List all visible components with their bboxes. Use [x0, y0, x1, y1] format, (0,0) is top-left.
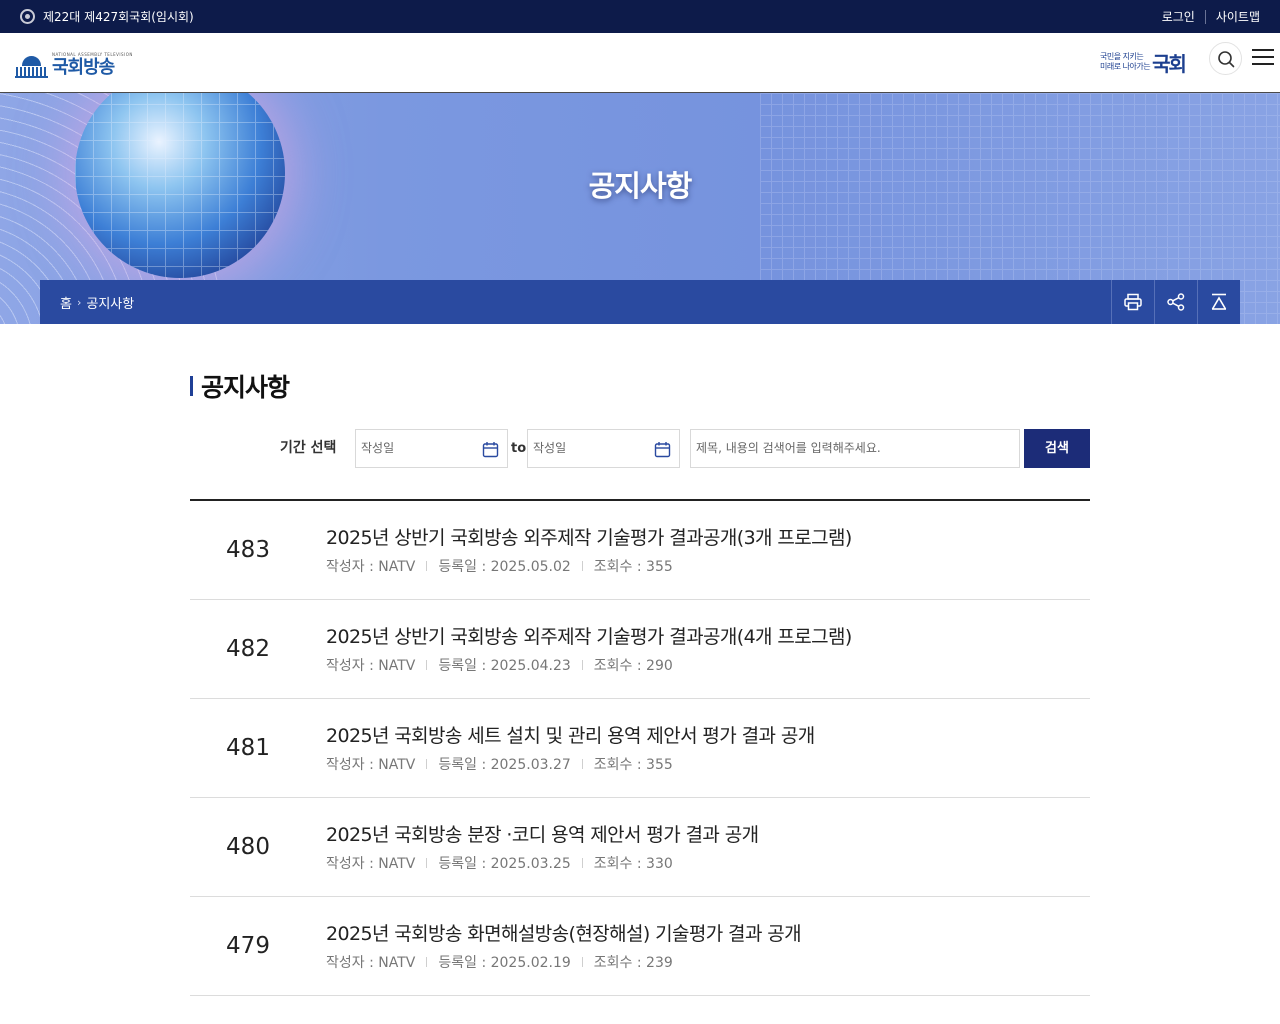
calendar-icon[interactable] — [482, 441, 499, 458]
post-title-link[interactable]: 2025년 국회방송 분장 ·코디 용역 제안서 평가 결과 공개 — [326, 820, 759, 847]
page-banner: 공지사항 홈 › 공지사항 — [0, 93, 1280, 324]
post-number: 483 — [226, 537, 270, 563]
assembly-slogan-banner[interactable]: 국민을 지키는 미래로 나아가는 국회 — [1100, 49, 1192, 76]
keyword-search-input[interactable]: 제목, 내용의 검색어를 입력해주세요. — [690, 429, 1020, 468]
heading-accent-bar — [190, 376, 193, 396]
assembly-session: 제22대 제427회국회(임시회) — [20, 0, 194, 33]
slogan-line-1: 국민을 지키는 — [1100, 52, 1144, 61]
post-views: 조회수 : 239 — [593, 955, 673, 971]
post-title-link[interactable]: 2025년 상반기 국회방송 외주제작 기술평가 결과공개(4개 프로그램) — [326, 622, 852, 649]
post-date: 등록일 : 2025.04.23 — [438, 658, 571, 674]
top-utility-bar: 제22대 제427회국회(임시회) 로그인 사이트맵 — [0, 0, 1280, 33]
slogan-line-2: 미래로 나아가는 — [1100, 62, 1151, 71]
site-logo[interactable]: NATIONAL ASSEMBLY TELEVISION 국회방송 — [15, 48, 133, 78]
post-number: 482 — [226, 636, 270, 662]
start-date-placeholder: 작성일 — [361, 441, 395, 455]
list-item[interactable]: 481 2025년 국회방송 세트 설치 및 관리 용역 제안서 평가 결과 공… — [190, 699, 1090, 798]
list-item[interactable]: 483 2025년 상반기 국회방송 외주제작 기술평가 결과공개(3개 프로그… — [190, 501, 1090, 600]
post-views: 조회수 : 355 — [593, 757, 673, 773]
post-views: 조회수 : 355 — [593, 559, 673, 575]
scroll-top-button[interactable] — [1197, 280, 1240, 324]
post-views: 조회수 : 290 — [593, 658, 673, 674]
post-number: 480 — [226, 834, 270, 860]
national-assembly-seal-icon — [20, 9, 35, 24]
list-item[interactable]: 480 2025년 국회방송 분장 ·코디 용역 제안서 평가 결과 공개 작성… — [190, 798, 1090, 897]
search-submit-button[interactable]: 검색 — [1024, 429, 1090, 468]
period-label: 기간 선택 — [280, 440, 337, 456]
share-icon — [1167, 293, 1185, 311]
calendar-icon[interactable] — [654, 441, 671, 458]
banner-title: 공지사항 — [588, 169, 693, 203]
chevron-right-icon: › — [76, 295, 82, 309]
print-button[interactable] — [1111, 280, 1154, 324]
post-meta: 작성자 : NATV 등록일 : 2025.05.02 조회수 : 355 — [326, 556, 673, 576]
range-to-label: to — [511, 441, 527, 456]
post-author: 작성자 : NATV — [326, 955, 416, 971]
login-link[interactable]: 로그인 — [1162, 8, 1195, 25]
end-date-field[interactable]: 작성일 — [527, 429, 680, 468]
post-date: 등록일 : 2025.03.25 — [438, 856, 571, 872]
end-date-placeholder: 작성일 — [533, 441, 567, 455]
hamburger-menu-icon[interactable] — [1252, 47, 1274, 67]
post-meta: 작성자 : NATV 등록일 : 2025.02.19 조회수 : 239 — [326, 952, 673, 972]
divider — [1204, 9, 1206, 24]
post-author: 작성자 : NATV — [326, 757, 416, 773]
post-title-link[interactable]: 2025년 국회방송 세트 설치 및 관리 용역 제안서 평가 결과 공개 — [326, 721, 815, 748]
site-header: NATIONAL ASSEMBLY TELEVISION 국회방송 국민을 지키… — [0, 33, 1280, 93]
keyword-placeholder: 제목, 내용의 검색어를 입력해주세요. — [696, 441, 881, 455]
post-title-link[interactable]: 2025년 상반기 국회방송 외주제작 기술평가 결과공개(3개 프로그램) — [326, 523, 852, 550]
post-views: 조회수 : 330 — [593, 856, 673, 872]
notice-list: 483 2025년 상반기 국회방송 외주제작 기술평가 결과공개(3개 프로그… — [190, 499, 1090, 996]
share-button[interactable] — [1154, 280, 1197, 324]
list-item[interactable]: 479 2025년 국회방송 화면해설방송(현장해설) 기술평가 결과 공개 작… — [190, 897, 1090, 996]
post-author: 작성자 : NATV — [326, 856, 416, 872]
post-date: 등록일 : 2025.02.19 — [438, 955, 571, 971]
scroll-top-icon — [1211, 293, 1227, 310]
logo-text: 국회방송 — [52, 57, 115, 78]
session-text: 제22대 제427회국회(임시회) — [43, 10, 194, 24]
post-meta: 작성자 : NATV 등록일 : 2025.04.23 조회수 : 290 — [326, 655, 673, 675]
post-date: 등록일 : 2025.03.27 — [438, 757, 571, 773]
post-author: 작성자 : NATV — [326, 559, 416, 575]
breadcrumb-current[interactable]: 공지사항 — [86, 293, 134, 312]
slogan-logo: 국회 — [1152, 51, 1187, 76]
breadcrumb-home[interactable]: 홈 — [60, 293, 72, 312]
list-item[interactable]: 482 2025년 상반기 국회방송 외주제작 기술평가 결과공개(4개 프로그… — [190, 600, 1090, 699]
search-icon — [1218, 51, 1235, 68]
search-button[interactable] — [1209, 42, 1242, 75]
breadcrumb: 홈 › 공지사항 — [60, 280, 134, 324]
page-title-text: 공지사항 — [201, 373, 290, 402]
print-icon — [1124, 293, 1142, 311]
sitemap-link[interactable]: 사이트맵 — [1216, 8, 1260, 25]
start-date-field[interactable]: 작성일 — [355, 429, 508, 468]
post-number: 481 — [226, 735, 270, 761]
assembly-building-icon — [15, 56, 48, 78]
breadcrumb-bar: 홈 › 공지사항 — [40, 280, 1240, 324]
post-number: 479 — [226, 933, 270, 959]
post-title-link[interactable]: 2025년 국회방송 화면해설방송(현장해설) 기술평가 결과 공개 — [326, 919, 802, 946]
post-meta: 작성자 : NATV 등록일 : 2025.03.25 조회수 : 330 — [326, 853, 673, 873]
post-meta: 작성자 : NATV 등록일 : 2025.03.27 조회수 : 355 — [326, 754, 673, 774]
page-title: 공지사항 — [190, 368, 290, 404]
post-author: 작성자 : NATV — [326, 658, 416, 674]
post-date: 등록일 : 2025.05.02 — [438, 559, 571, 575]
top-links: 로그인 사이트맵 — [1162, 0, 1260, 33]
